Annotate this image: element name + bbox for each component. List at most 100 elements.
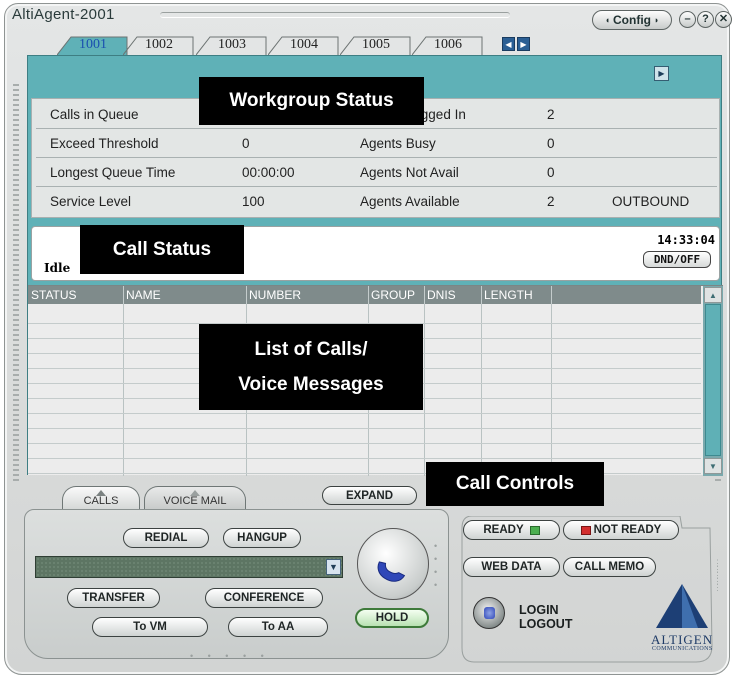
login-logout-button[interactable] (473, 597, 505, 629)
call-controls-label: Call Controls (426, 462, 604, 506)
arrow-right-icon: ▶ (658, 69, 665, 78)
calls-list-label: List of Calls/ Voice Messages (199, 324, 423, 410)
call-state: Idle (44, 261, 71, 275)
minimize-icon: – (684, 13, 691, 25)
to-aa-button[interactable]: To AA (228, 617, 328, 637)
calls-scrollbar[interactable]: ▲ ▼ (703, 286, 723, 476)
column-line (481, 304, 482, 476)
workgroup-left-label: Exceed Threshold (50, 136, 159, 151)
left-grip[interactable] (13, 84, 19, 484)
close-button[interactable]: ✕ (715, 11, 732, 28)
column-header[interactable]: LENGTH (484, 288, 533, 302)
column-separator (424, 286, 425, 304)
workgroup-right-label: Agents Available (360, 194, 460, 209)
workgroup-right-value: 2 (547, 107, 555, 122)
tab-calls[interactable]: CALLS (62, 486, 140, 510)
table-row-line (28, 428, 701, 429)
transfer-button[interactable]: TRANSFER (67, 588, 160, 608)
column-header[interactable]: DNIS (427, 288, 456, 302)
tab-label: 1004 (290, 37, 318, 52)
column-header[interactable]: GROUP (371, 288, 415, 302)
tab-scroll-right-button[interactable]: ▶ (517, 37, 530, 51)
tab-label: 1001 (79, 37, 107, 52)
workgroup-status-label: Workgroup Status (199, 77, 424, 125)
dial-number-input[interactable] (35, 556, 343, 578)
phone-dots: • • • • (434, 541, 438, 590)
workgroup-right-label: Agents Not Avail (360, 165, 459, 180)
call-memo-button[interactable]: CALL MEMO (563, 557, 656, 577)
workgroup-left-label: Service Level (50, 194, 132, 209)
column-line (123, 304, 124, 476)
column-separator (551, 286, 552, 304)
scroll-up-button[interactable]: ▲ (704, 287, 722, 303)
workgroup-left-value: 100 (242, 194, 265, 209)
tab-scroll-left-button[interactable]: ◀ (502, 37, 515, 51)
tab-voice-mail[interactable]: VOICE MAIL (144, 486, 246, 510)
scroll-thumb[interactable] (705, 304, 721, 456)
app-title: AltiAgent-2001 (12, 6, 115, 23)
workgroup-right-value: 2 (547, 194, 555, 209)
column-separator (481, 286, 482, 304)
table-row-line (28, 458, 701, 459)
not-ready-button[interactable]: NOT READY (563, 520, 679, 540)
column-header[interactable]: STATUS (31, 288, 77, 302)
config-label: Config (613, 13, 651, 27)
tab-handle-icon (96, 490, 106, 496)
right-grip-dots: ⋮ ⋮ ⋮ ⋮ ⋮ (713, 558, 722, 592)
column-header[interactable]: NAME (126, 288, 161, 302)
redial-button[interactable]: REDIAL (123, 528, 209, 548)
tab-calls-label: CALLS (83, 495, 119, 507)
web-data-button[interactable]: WEB DATA (463, 557, 560, 577)
tab-1004[interactable]: 1004 (268, 35, 340, 55)
dnd-button[interactable]: DND/OFF (643, 251, 711, 268)
tab-1006[interactable]: 1006 (412, 35, 484, 55)
tab-1002[interactable]: 1002 (123, 35, 195, 55)
phone-call-button[interactable] (357, 528, 429, 600)
column-header[interactable]: NUMBER (249, 288, 301, 302)
config-button[interactable]: ◖ Config ◗ (592, 10, 672, 30)
logo-subtitle: COMMUNICATIONS (652, 646, 713, 652)
workgroup-right-value: 0 (547, 165, 555, 180)
panel-dots: • • • • • (190, 651, 270, 661)
workgroup-extra: OUTBOUND (612, 194, 690, 209)
login-label: LOGIN (519, 603, 559, 617)
minimize-button[interactable]: – (679, 11, 696, 28)
config-right-cap-icon: ◗ (654, 15, 660, 25)
calls-list-label-line1: List of Calls/ (254, 339, 368, 360)
title-bar-groove (160, 12, 510, 18)
scroll-down-button[interactable]: ▼ (704, 458, 722, 474)
phone-icon (377, 561, 406, 582)
column-line (551, 304, 552, 476)
help-button[interactable]: ? (697, 11, 714, 28)
ready-led-icon (529, 525, 540, 535)
altigen-logo-icon (656, 584, 708, 628)
tab-label: 1006 (434, 37, 462, 52)
column-separator (246, 286, 247, 304)
row-divider (36, 128, 717, 129)
dial-dropdown-button[interactable]: ▼ (326, 559, 341, 575)
logout-label: LOGOUT (519, 617, 573, 631)
hold-button[interactable]: HOLD (355, 608, 429, 628)
hangup-button[interactable]: HANGUP (223, 528, 301, 548)
to-vm-button[interactable]: To VM (92, 617, 208, 637)
panel-collapse-button[interactable]: ▶ (654, 66, 669, 81)
tab-1003[interactable]: 1003 (196, 35, 268, 55)
column-line (424, 304, 425, 476)
workgroup-row: Longest Queue Time 00:00:00 Agents Not Ava… (32, 161, 721, 185)
tab-handle-icon (190, 490, 200, 496)
call-status-label: Call Status (80, 225, 244, 274)
column-separator (123, 286, 124, 304)
expand-button[interactable]: EXPAND (322, 486, 417, 505)
conference-button[interactable]: CONFERENCE (205, 588, 323, 608)
column-separator (368, 286, 369, 304)
arrow-down-icon: ▼ (709, 461, 717, 471)
ready-button[interactable]: READY (463, 520, 560, 540)
workgroup-left-value: 00:00:00 (242, 165, 295, 180)
row-divider (36, 157, 717, 158)
table-row-line (28, 443, 701, 444)
row-divider (36, 186, 717, 187)
clock: 14:33:04 (657, 233, 715, 247)
tab-1001[interactable]: 1001 (57, 35, 129, 55)
not-ready-label: NOT READY (593, 524, 662, 536)
tab-1005[interactable]: 1005 (340, 35, 412, 55)
